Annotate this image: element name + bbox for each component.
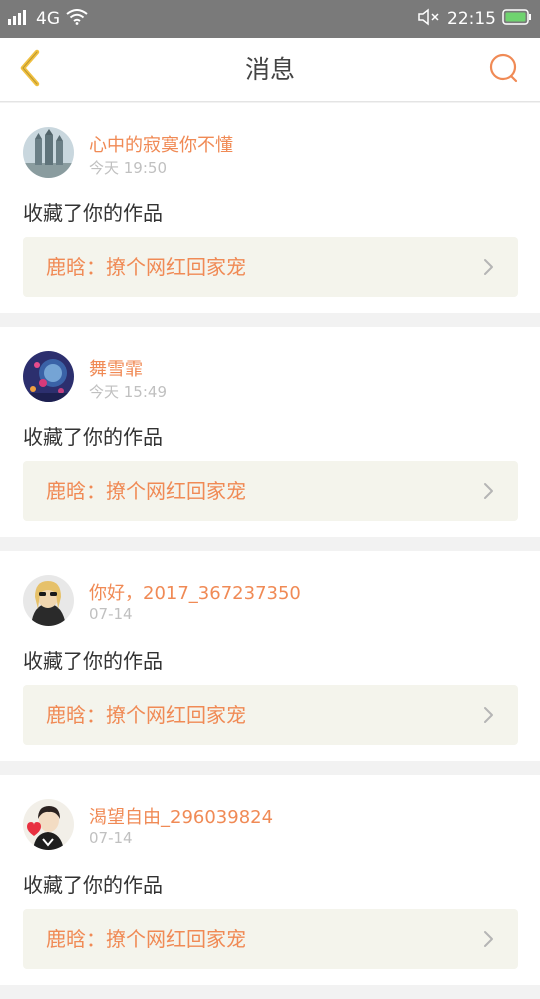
username[interactable]: 心中的寂寞你不懂 [89, 131, 233, 157]
nav-bar: 消息 [0, 38, 540, 102]
message-list: 心中的寂寞你不懂 今天 19:50 收藏了你的作品 鹿晗：撩个网红回家宠 舞雪霏… [0, 103, 540, 999]
chevron-right-icon [478, 929, 498, 949]
message-card: 舞雪霏 今天 15:49 收藏了你的作品 鹿晗：撩个网红回家宠 [0, 327, 540, 537]
search-button[interactable] [486, 52, 522, 88]
mute-icon [417, 7, 441, 31]
timestamp: 今天 15:49 [89, 383, 167, 401]
battery-icon [502, 8, 532, 30]
avatar[interactable] [23, 799, 74, 850]
message-card: 你好，2017_367237350 07-14 收藏了你的作品 鹿晗：撩个网红回… [0, 551, 540, 761]
avatar[interactable] [23, 575, 74, 626]
timestamp: 07-14 [89, 605, 133, 623]
work-link[interactable]: 鹿晗：撩个网红回家宠 [23, 685, 518, 745]
timestamp: 今天 19:50 [89, 159, 167, 177]
work-link[interactable]: 鹿晗：撩个网红回家宠 [23, 909, 518, 969]
username[interactable]: 你好，2017_367237350 [89, 579, 301, 605]
work-link[interactable]: 鹿晗：撩个网红回家宠 [23, 461, 518, 521]
work-title: 鹿晗：撩个网红回家宠 [46, 927, 246, 951]
action-text: 收藏了你的作品 [23, 649, 163, 673]
chevron-right-icon [478, 705, 498, 725]
action-text: 收藏了你的作品 [23, 873, 163, 897]
timestamp: 07-14 [89, 829, 133, 847]
work-link[interactable]: 鹿晗：撩个网红回家宠 [23, 237, 518, 297]
signal-icon [8, 9, 30, 30]
network-type: 4G [36, 9, 60, 29]
work-title: 鹿晗：撩个网红回家宠 [46, 479, 246, 503]
status-bar: 4G 22:15 [0, 0, 540, 38]
avatar[interactable] [23, 351, 74, 402]
message-card: 心中的寂寞你不懂 今天 19:50 收藏了你的作品 鹿晗：撩个网红回家宠 [0, 103, 540, 313]
wifi-icon [66, 8, 88, 30]
work-title: 鹿晗：撩个网红回家宠 [46, 703, 246, 727]
action-text: 收藏了你的作品 [23, 201, 163, 225]
message-card: 渴望自由_296039824 07-14 收藏了你的作品 鹿晗：撩个网红回家宠 [0, 775, 540, 985]
action-text: 收藏了你的作品 [23, 425, 163, 449]
avatar[interactable] [23, 127, 74, 178]
chevron-right-icon [478, 257, 498, 277]
search-icon [488, 52, 520, 88]
username[interactable]: 渴望自由_296039824 [89, 803, 273, 829]
chevron-right-icon [478, 481, 498, 501]
username[interactable]: 舞雪霏 [89, 355, 143, 381]
page-title: 消息 [244, 55, 295, 84]
clock: 22:15 [447, 9, 496, 29]
work-title: 鹿晗：撩个网红回家宠 [46, 255, 246, 279]
